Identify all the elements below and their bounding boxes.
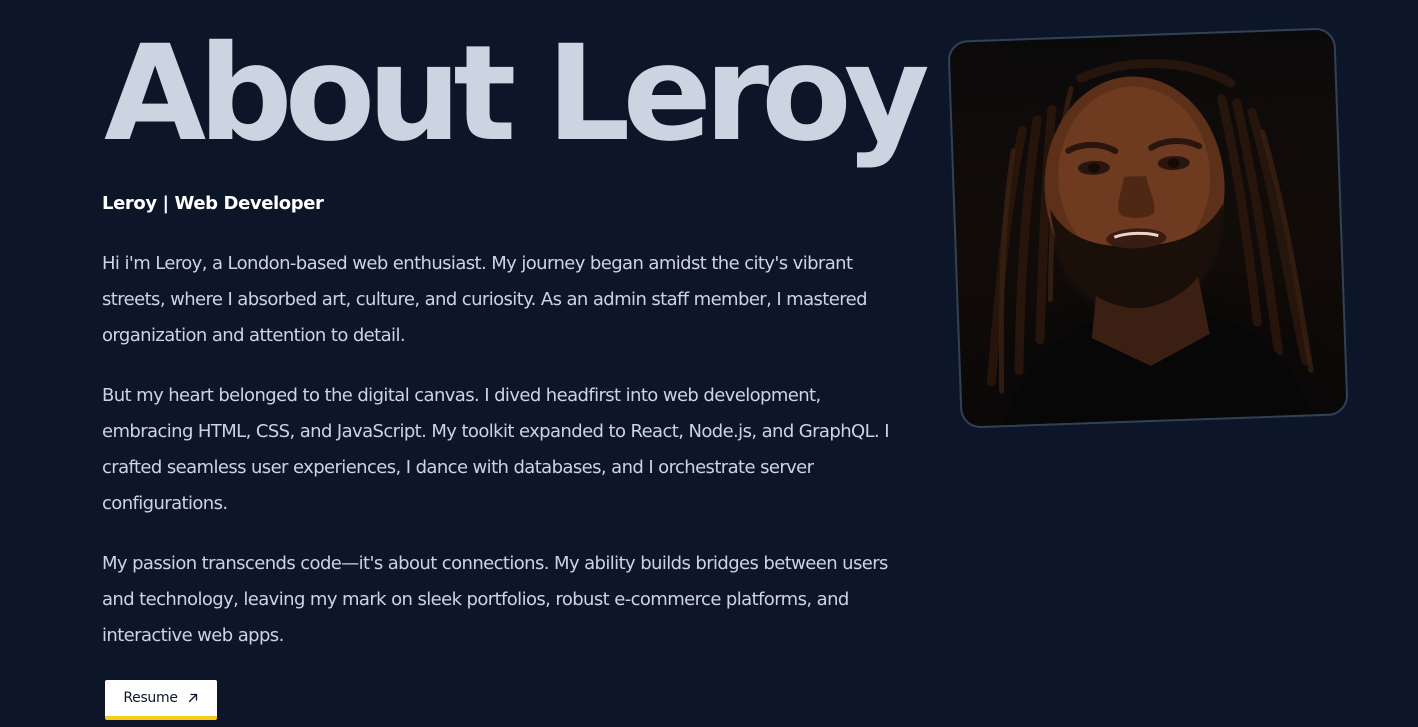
profile-photo bbox=[947, 27, 1349, 429]
subtitle: Leroy | Web Developer bbox=[102, 193, 324, 214]
about-paragraph-2: But my heart belonged to the digital can… bbox=[102, 385, 890, 514]
page-title: About Leroy bbox=[104, 17, 930, 171]
arrow-up-right-icon bbox=[187, 692, 199, 704]
profile-photo-illustration bbox=[986, 59, 1314, 426]
about-paragraph-3: My passion transcends code—it's about co… bbox=[102, 553, 888, 646]
resume-button[interactable]: Resume bbox=[105, 680, 217, 720]
resume-button-label: Resume bbox=[123, 690, 178, 706]
about-paragraph-1: Hi i'm Leroy, a London-based web enthusi… bbox=[102, 253, 868, 346]
